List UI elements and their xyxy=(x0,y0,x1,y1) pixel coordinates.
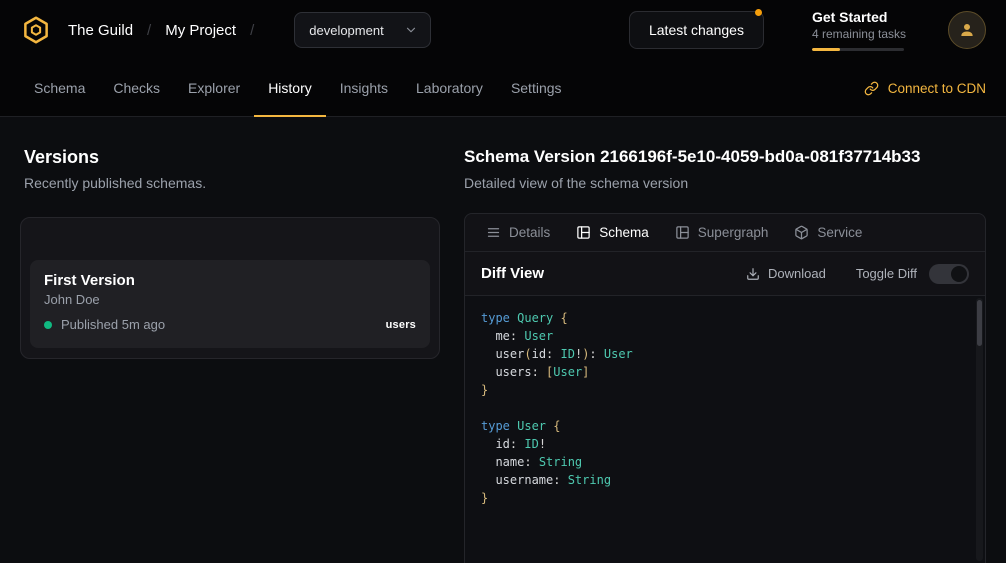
toggle-knob xyxy=(951,266,967,282)
box-icon xyxy=(794,225,809,240)
layout-icon xyxy=(675,225,690,240)
versions-title: Versions xyxy=(24,147,440,168)
download-label: Download xyxy=(768,266,826,281)
code-lines: type Query { me: User user(id: ID!): Use… xyxy=(481,309,969,507)
detail-tab-list: Details Schema xyxy=(465,214,985,252)
diff-view-header: Diff View Download Toggle Diff xyxy=(465,252,985,296)
get-started-widget[interactable]: Get Started 4 remaining tasks xyxy=(812,9,906,51)
app-root: The Guild / My Project / development Lat… xyxy=(0,0,1006,563)
environment-selected-value: development xyxy=(309,23,383,38)
top-bar-actions: Latest changes Get Started 4 remaining t… xyxy=(629,9,986,51)
schema-version-detail-card: Details Schema xyxy=(464,213,986,563)
version-status-row: Published 5m ago users xyxy=(44,317,416,332)
environment-selector[interactable]: development xyxy=(294,12,430,48)
versions-subtitle: Recently published schemas. xyxy=(24,175,440,191)
get-started-progress-track xyxy=(812,48,904,51)
user-avatar[interactable] xyxy=(948,11,986,49)
org-breadcrumb[interactable]: The Guild xyxy=(68,22,133,39)
schema-version-title: Schema Version 2166196f-5e10-4059-bd0a-0… xyxy=(464,147,986,167)
get-started-subtitle: 4 remaining tasks xyxy=(812,27,906,41)
tab-explorer[interactable]: Explorer xyxy=(174,60,254,117)
tab-schema-label: Schema xyxy=(599,225,649,240)
diff-view-title: Diff View xyxy=(481,265,544,282)
schema-code-block: type Query { me: User user(id: ID!): Use… xyxy=(465,296,985,563)
tab-supergraph-label: Supergraph xyxy=(698,225,769,240)
service-badge: users xyxy=(386,319,416,331)
version-status-text: Published 5m ago xyxy=(61,317,165,332)
notification-dot xyxy=(755,9,762,16)
breadcrumb-separator: / xyxy=(250,22,254,39)
tab-checks[interactable]: Checks xyxy=(99,60,174,117)
tab-schema[interactable]: Schema xyxy=(20,60,99,117)
chevron-down-icon xyxy=(404,23,418,37)
tab-schema-detail[interactable]: Schema xyxy=(563,214,662,251)
version-author: John Doe xyxy=(44,292,416,307)
tab-settings[interactable]: Settings xyxy=(497,60,576,117)
toggle-diff-label: Toggle Diff xyxy=(856,266,917,281)
versions-panel: Versions Recently published schemas. Fir… xyxy=(20,147,440,563)
person-icon xyxy=(958,21,976,39)
version-list-item[interactable]: First Version John Doe Published 5m ago … xyxy=(30,260,430,348)
tab-supergraph[interactable]: Supergraph xyxy=(662,214,782,251)
connect-to-cdn-label: Connect to CDN xyxy=(888,81,986,96)
schema-version-panel: Schema Version 2166196f-5e10-4059-bd0a-0… xyxy=(464,147,986,563)
get-started-title: Get Started xyxy=(812,9,906,25)
list-icon xyxy=(486,225,501,240)
nav-tab-list: Schema Checks Explorer History Insights … xyxy=(20,60,576,116)
connect-to-cdn-button[interactable]: Connect to CDN xyxy=(864,60,986,116)
versions-card: First Version John Doe Published 5m ago … xyxy=(20,217,440,359)
breadcrumb: The Guild / My Project / development xyxy=(20,12,431,48)
breadcrumb-separator: / xyxy=(147,22,151,39)
main-content: Versions Recently published schemas. Fir… xyxy=(0,117,1006,563)
hive-logo-icon[interactable] xyxy=(20,14,52,46)
latest-changes-label: Latest changes xyxy=(649,22,744,38)
tab-insights[interactable]: Insights xyxy=(326,60,402,117)
get-started-progress-fill xyxy=(812,48,840,51)
latest-changes-button[interactable]: Latest changes xyxy=(629,11,764,49)
published-status-dot xyxy=(44,321,52,329)
version-name: First Version xyxy=(44,272,416,289)
tab-service[interactable]: Service xyxy=(781,214,875,251)
tab-service-label: Service xyxy=(817,225,862,240)
code-scrollbar-thumb[interactable] xyxy=(977,300,982,346)
tab-details[interactable]: Details xyxy=(473,214,563,251)
tab-details-label: Details xyxy=(509,225,550,240)
toggle-diff-switch[interactable] xyxy=(929,264,969,284)
download-icon xyxy=(746,267,760,281)
top-bar: The Guild / My Project / development Lat… xyxy=(0,0,1006,60)
tab-laboratory[interactable]: Laboratory xyxy=(402,60,497,117)
tab-history[interactable]: History xyxy=(254,60,326,117)
layout-icon xyxy=(576,225,591,240)
download-button[interactable]: Download xyxy=(746,266,826,281)
link-icon xyxy=(864,81,879,96)
project-breadcrumb[interactable]: My Project xyxy=(165,22,236,39)
diff-view-actions: Download Toggle Diff xyxy=(746,264,969,284)
schema-version-subtitle: Detailed view of the schema version xyxy=(464,175,986,191)
main-nav: Schema Checks Explorer History Insights … xyxy=(0,60,1006,117)
code-scrollbar[interactable] xyxy=(976,298,983,561)
